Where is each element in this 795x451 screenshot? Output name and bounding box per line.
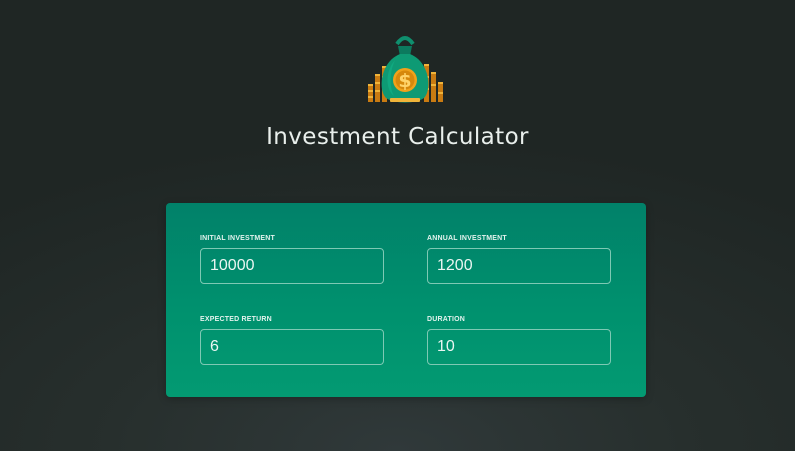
expected-return-field: Expected Return [200,315,384,365]
input-panel: Initial Investment Annual Investment Exp… [166,203,646,397]
money-bag-icon: $ [368,36,443,103]
svg-text:$: $ [398,70,411,92]
duration-field: Duration [427,315,611,365]
expected-return-label: Expected Return [200,316,272,323]
page-title: Investment Calculator [266,124,529,150]
initial-investment-label: Initial Investment [200,235,276,242]
duration-input[interactable] [427,329,611,365]
initial-investment-field: Initial Investment [200,234,384,284]
annual-investment-field: Annual Investment [427,234,611,284]
duration-label: Duration [427,316,466,323]
annual-investment-input[interactable] [427,248,611,284]
annual-investment-label: Annual Investment [427,235,507,242]
expected-return-input[interactable] [200,329,384,365]
initial-investment-input[interactable] [200,248,384,284]
